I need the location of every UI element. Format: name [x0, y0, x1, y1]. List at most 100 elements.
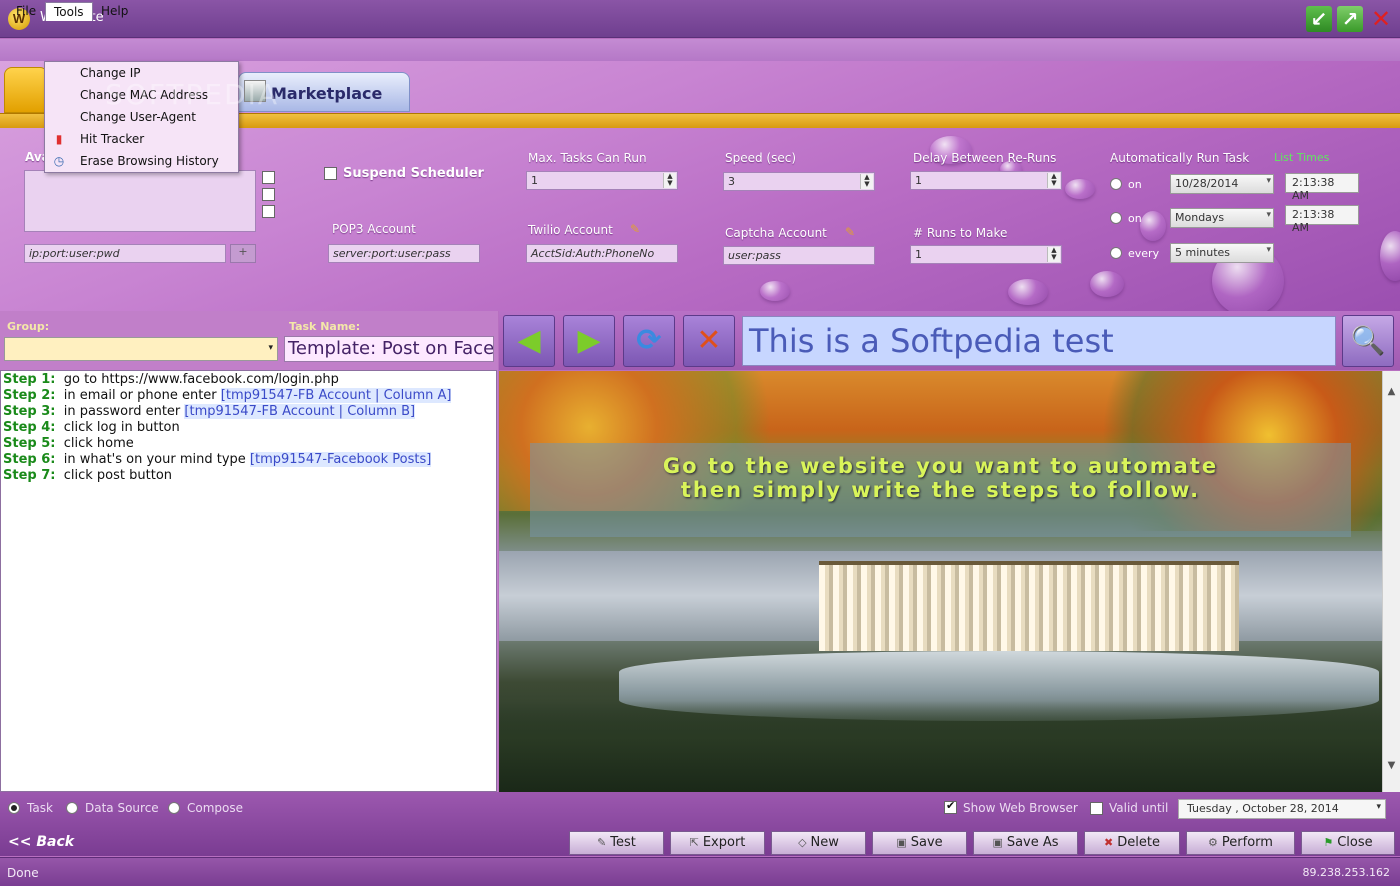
proxy-checkbox-1[interactable] — [262, 171, 275, 184]
run-date-picker[interactable]: 10/28/2014 ▾ — [1170, 174, 1274, 194]
steps-editor[interactable]: Step 1: go to https://www.facebook.com/l… — [0, 370, 497, 792]
menu-help[interactable]: Help — [93, 2, 136, 21]
run-on-date-radio[interactable] — [1110, 178, 1122, 190]
export-button[interactable]: ⇱ Export — [670, 831, 765, 855]
menu-item-label: Change User-Agent — [80, 110, 196, 124]
step-row[interactable]: Step 1: go to https://www.facebook.com/l… — [3, 372, 339, 387]
pop3-label: POP3 Account — [332, 222, 416, 236]
step-row[interactable]: Step 7: click post button — [3, 468, 172, 483]
back-arrow-icon[interactable]: ◀ — [503, 315, 555, 367]
pencil-icon[interactable]: ✎ — [630, 222, 640, 236]
valid-until-date[interactable]: Tuesday , October 28, 2014 ▾ — [1178, 799, 1386, 819]
step-text: click log in button — [63, 420, 180, 435]
run-on-day-radio[interactable] — [1110, 212, 1122, 224]
close-icon[interactable]: ✕ — [1368, 6, 1394, 32]
back-link[interactable]: << Back — [8, 834, 74, 850]
spinner-icon[interactable]: ▲ ▼ — [1047, 247, 1060, 262]
list-times-link[interactable]: List Times — [1274, 151, 1329, 164]
step-text: click post button — [63, 468, 173, 483]
export-button-label: Export — [702, 835, 746, 850]
data-token[interactable]: [tmp91547-Facebook Posts] — [249, 452, 432, 467]
proxy-checkbox-3[interactable] — [262, 205, 275, 218]
disk-icon: ▣ — [896, 836, 907, 849]
delete-button[interactable]: ✖ Delete — [1084, 831, 1180, 855]
trees — [499, 701, 1382, 792]
mode-compose-radio[interactable] — [168, 802, 180, 814]
forward-arrow-icon[interactable]: ▶ — [563, 315, 615, 367]
chevron-down-icon: ▾ — [268, 343, 273, 353]
run-interval-select[interactable]: 5 minutes ▾ — [1170, 243, 1274, 263]
step-row[interactable]: Step 2: in email or phone enter [tmp9154… — [3, 388, 452, 403]
stop-icon[interactable]: ✕ — [683, 315, 735, 367]
search-icon[interactable]: 🔍 — [1342, 315, 1394, 367]
task-name-input[interactable]: Template: Post on Facebook — [284, 336, 494, 362]
group-select[interactable]: ▾ — [4, 337, 278, 361]
run-every-radio[interactable] — [1110, 247, 1122, 259]
test-button[interactable]: ✎ Test — [569, 831, 664, 855]
run-time-2[interactable]: 2:13:38 AM — [1285, 205, 1359, 234]
maximize-icon[interactable]: ↗ — [1337, 6, 1363, 32]
url-input[interactable]: This is a Softpedia test — [742, 316, 1336, 366]
menu-item-erase-history[interactable]: ◷ Erase Browsing History — [45, 150, 238, 172]
tab-user[interactable] — [4, 67, 48, 113]
speed-input[interactable]: 3 ▲ ▼ — [723, 172, 875, 191]
minimize-icon[interactable]: ↙ — [1306, 6, 1332, 32]
perform-button[interactable]: ⚙ Perform — [1186, 831, 1295, 855]
proxy-checkbox-2[interactable] — [262, 188, 275, 201]
show-browser-checkbox[interactable]: ✔ — [944, 799, 957, 814]
run-date-value: 10/28/2014 — [1175, 177, 1239, 190]
perform-button-label: Perform — [1221, 835, 1273, 850]
max-tasks-label: Max. Tasks Can Run — [528, 151, 647, 165]
browser-scrollbar[interactable]: ▲ ▼ — [1382, 371, 1400, 792]
step-row[interactable]: Step 4: click log in button — [3, 420, 180, 435]
group-label: Group: — [7, 320, 50, 333]
run-day-select[interactable]: Mondays ▾ — [1170, 208, 1274, 228]
save-button[interactable]: ▣ Save — [872, 831, 967, 855]
data-token[interactable]: [tmp91547-FB Account | Column B] — [184, 404, 416, 419]
step-row[interactable]: Step 3: in password enter [tmp91547-FB A… — [3, 404, 416, 419]
add-proxy-button[interactable]: + — [230, 244, 256, 263]
scroll-up-icon[interactable]: ▲ — [1383, 383, 1400, 401]
spinner-icon[interactable]: ▲ ▼ — [663, 173, 676, 188]
scroll-down-icon[interactable]: ▼ — [1383, 757, 1400, 775]
menu-item-hit-tracker[interactable]: ▮ Hit Tracker — [45, 128, 238, 150]
new-button[interactable]: ◇ New — [771, 831, 866, 855]
water-drop — [1065, 179, 1095, 199]
step-row[interactable]: Step 6: in what's on your mind type [tmp… — [3, 452, 432, 467]
close-button[interactable]: ⚑ Close — [1301, 831, 1395, 855]
save-as-button[interactable]: ▣ Save As — [973, 831, 1078, 855]
runs-input[interactable]: 1 ▲ ▼ — [910, 245, 1062, 264]
pop3-input[interactable]: server:port:user:pass — [328, 244, 480, 263]
gear-icon: ⚙ — [1208, 836, 1218, 849]
menu-tools[interactable]: Tools — [45, 2, 93, 21]
max-tasks-input[interactable]: 1 ▲ ▼ — [526, 171, 678, 190]
task-name-label: Task Name: — [289, 320, 361, 333]
show-browser-label: Show Web Browser — [963, 801, 1078, 815]
status-text: Done — [7, 866, 39, 880]
spinner-icon[interactable]: ▲ ▼ — [1047, 173, 1060, 188]
max-tasks-value: 1 — [531, 174, 538, 187]
close-button-label: Close — [1337, 835, 1373, 850]
softpedia-watermark: SOFTPEDIA — [105, 78, 280, 111]
data-token[interactable]: [tmp91547-FB Account | Column A] — [220, 388, 452, 403]
step-text: in what's on your mind type — [63, 452, 250, 467]
mode-task-radio[interactable] — [8, 802, 20, 814]
pencil-icon[interactable]: ✎ — [845, 225, 855, 239]
proxy-input[interactable]: ip:port:user:pwd — [24, 244, 226, 263]
valid-until-value: Tuesday , October 28, 2014 — [1187, 802, 1339, 815]
step-row[interactable]: Step 5: click home — [3, 436, 134, 451]
delay-input[interactable]: 1 ▲ ▼ — [910, 171, 1062, 190]
run-time-1[interactable]: 2:13:38 AM — [1285, 173, 1359, 202]
twilio-input[interactable]: AcctSid:Auth:PhoneNo — [526, 244, 678, 263]
test-button-label: Test — [610, 835, 636, 850]
valid-until-checkbox[interactable] — [1090, 802, 1103, 815]
menu-file[interactable]: File — [8, 2, 44, 21]
refresh-icon[interactable]: ⟳ — [623, 315, 675, 367]
mode-datasource-radio[interactable] — [66, 802, 78, 814]
proxy-list[interactable] — [24, 170, 256, 232]
spinner-icon[interactable]: ▲ ▼ — [860, 174, 873, 189]
captcha-input[interactable]: user:pass — [723, 246, 875, 265]
delay-label: Delay Between Re-Runs — [913, 151, 1057, 165]
suspend-scheduler-checkbox[interactable] — [324, 167, 337, 180]
web-browser-view[interactable]: Go to the website you want to automate t… — [499, 371, 1382, 792]
